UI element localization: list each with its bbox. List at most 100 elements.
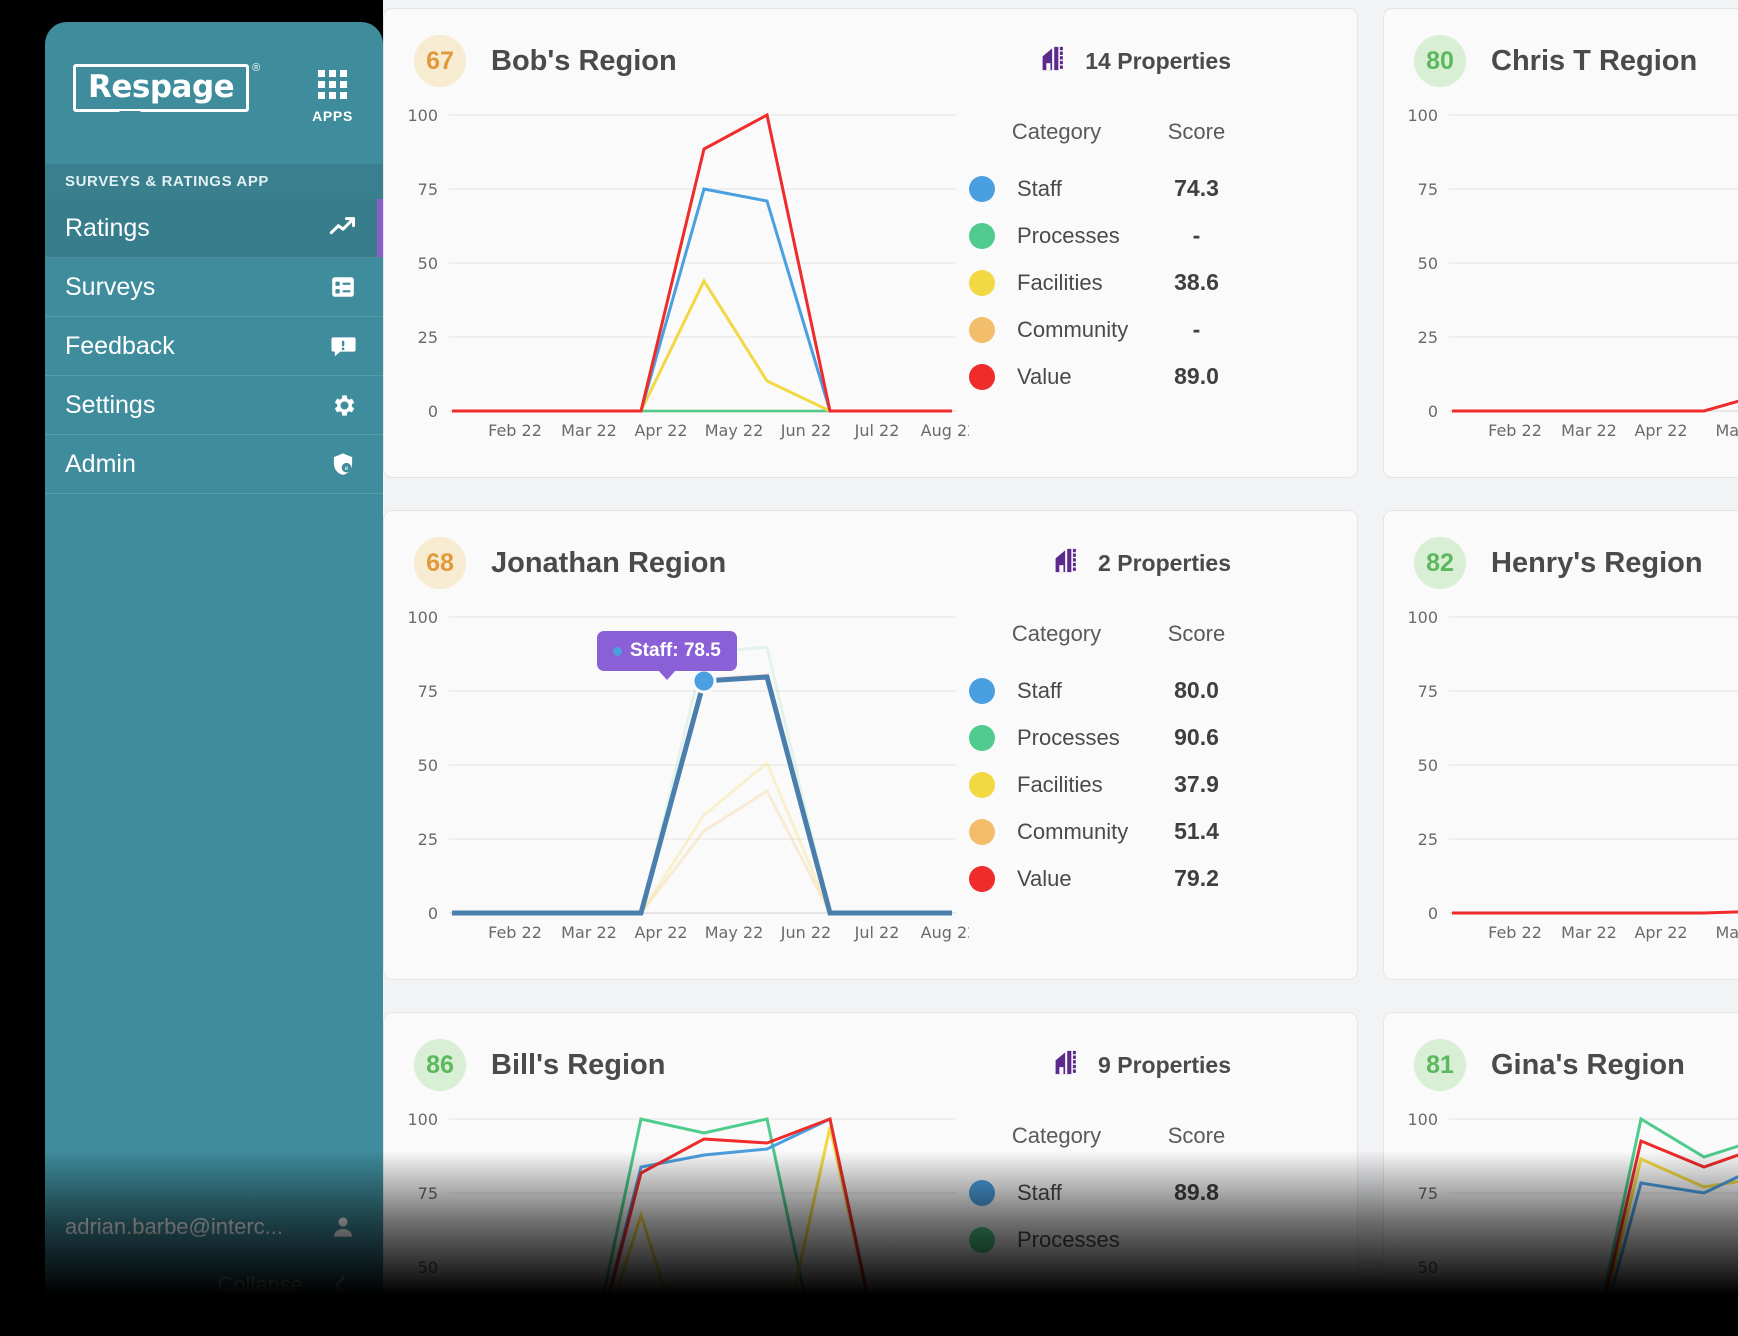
chevron-left-icon xyxy=(327,1271,355,1299)
shield-admin-icon: e xyxy=(329,450,357,478)
category-color-dot xyxy=(969,865,995,892)
sidebar-item-feedback[interactable]: Feedback xyxy=(45,317,383,376)
trademark-symbol: ® xyxy=(252,62,261,74)
region-card-chris-t-region[interactable]: 80 Chris T Region 100 75 50 25 0 Feb 22 … xyxy=(1383,8,1738,478)
svg-text:May: May xyxy=(1715,923,1738,942)
overall-score-badge: 80 xyxy=(1414,35,1466,87)
category-color-dot xyxy=(969,175,995,202)
category-name: Processes xyxy=(1017,724,1120,750)
category-color-dot xyxy=(969,1226,995,1253)
region-card-henrys-region[interactable]: 82 Henry's Region 100 75 50 25 0 Feb 22 … xyxy=(1383,510,1738,980)
svg-text:50: 50 xyxy=(418,756,438,775)
card-body: 100 75 50 25 0 Feb 22 Mar 22 Apr 22 May xyxy=(1384,87,1738,453)
category-color-dot xyxy=(969,222,995,249)
table-header-row: Category Score xyxy=(969,119,1357,165)
line-chart-chris-t-region[interactable]: 100 75 50 25 0 Feb 22 Mar 22 Apr 22 May xyxy=(1384,93,1738,453)
svg-text:Apr 22: Apr 22 xyxy=(1634,923,1687,942)
tooltip-color-dot xyxy=(613,646,622,656)
category-name: Facilities xyxy=(1017,771,1103,797)
svg-text:75: 75 xyxy=(418,180,438,199)
svg-text:100: 100 xyxy=(407,608,438,627)
category-color-dot xyxy=(969,363,995,390)
category-score: 89.0 xyxy=(1174,363,1219,389)
chart-svg: 100 75 50 25 0 Feb 22 Mar 22 Apr 22 xyxy=(1407,1110,1738,1336)
line-chart-henrys-region[interactable]: 100 75 50 25 0 Feb 22 Mar 22 Apr 22 May xyxy=(1384,595,1738,955)
svg-text:50: 50 xyxy=(1418,756,1438,775)
category-name: Value xyxy=(1017,363,1072,389)
svg-text:50: 50 xyxy=(418,254,438,273)
card-body: 100 75 50 25 0 Feb 22 Mar 22 Apr 22 xyxy=(384,1091,1357,1336)
card-header: 82 Henry's Region xyxy=(1384,511,1738,589)
collapse-button[interactable]: Collapse xyxy=(45,1256,383,1314)
card-body: 100 75 50 25 0 Feb 22 Mar 22 Apr 22 xyxy=(1384,1091,1738,1336)
region-card-grid: 67 Bob's Region 14 Properties 100 75 50 … xyxy=(383,0,1738,1336)
user-email-label: adrian.barbe@interc... xyxy=(65,1214,284,1239)
category-column-header: Category xyxy=(1011,1123,1102,1148)
svg-text:e: e xyxy=(345,465,349,472)
building-properties-icon xyxy=(1040,43,1071,79)
region-card-ginas-region[interactable]: 81 Gina's Region 100 75 50 xyxy=(1383,1012,1738,1336)
sidebar-item-label: Feedback xyxy=(65,331,175,360)
category-score: 80.0 xyxy=(1174,677,1219,703)
table-row: Processes 90.6 xyxy=(969,714,1357,761)
category-name: Staff xyxy=(1017,1179,1062,1205)
category-name: Staff xyxy=(1017,677,1062,703)
card-body: 100 75 50 25 0 Feb 22 Mar 22 Apr 22 May … xyxy=(384,589,1357,955)
gear-icon xyxy=(329,391,357,419)
logo-text: Respage xyxy=(88,69,235,105)
line-chart-ginas-region[interactable]: 100 75 50 25 0 Feb 22 Mar 22 Apr 22 xyxy=(1384,1097,1738,1336)
svg-text:75: 75 xyxy=(418,682,438,701)
logo-speech-tail-icon xyxy=(117,110,143,134)
survey-list-icon xyxy=(329,273,357,301)
svg-text:Jul 22: Jul 22 xyxy=(854,923,900,942)
svg-text:May 22: May 22 xyxy=(705,421,764,440)
apps-button[interactable]: APPS xyxy=(312,64,353,124)
category-score: 51.4 xyxy=(1174,818,1219,844)
card-header: 80 Chris T Region xyxy=(1384,9,1738,87)
category-score: 90.6 xyxy=(1174,724,1219,750)
card-header: 67 Bob's Region 14 Properties xyxy=(384,9,1357,87)
chart-svg: 100 75 50 25 0 Feb 22 Mar 22 Apr 22 May xyxy=(1407,608,1738,942)
category-score: - xyxy=(1192,222,1201,248)
card-title: Gina's Region xyxy=(1491,1048,1685,1081)
svg-text:Feb 22: Feb 22 xyxy=(1488,421,1542,440)
table-row: Processes xyxy=(969,1216,1357,1263)
region-card-jonathan-region[interactable]: 68 Jonathan Region 2 Properties 100 75 5… xyxy=(383,510,1358,980)
category-column-header: Category xyxy=(1011,119,1102,144)
building-properties-icon xyxy=(1053,545,1084,581)
user-account-row[interactable]: adrian.barbe@interc... xyxy=(45,1198,383,1256)
category-name: Value xyxy=(1017,865,1072,891)
svg-text:May 22: May 22 xyxy=(705,923,764,942)
category-color-dot xyxy=(969,724,995,751)
table-row: Facilities 37.9 xyxy=(969,761,1357,808)
sidebar: Respage ® APPS SURVEYS & RATINGS APP Rat… xyxy=(45,22,383,1314)
app-root: Respage ® APPS SURVEYS & RATINGS APP Rat… xyxy=(0,0,1738,1336)
table-header-row: Category Score xyxy=(969,1123,1357,1169)
svg-text:Jun 22: Jun 22 xyxy=(780,421,831,440)
svg-text:Mar 22: Mar 22 xyxy=(561,923,617,942)
svg-text:0: 0 xyxy=(428,904,438,923)
svg-text:Apr 22: Apr 22 xyxy=(634,421,687,440)
main-content: 67 Bob's Region 14 Properties 100 75 50 … xyxy=(383,0,1738,1336)
svg-text:100: 100 xyxy=(407,1110,438,1129)
sidebar-item-admin[interactable]: Admin e xyxy=(45,435,383,494)
sidebar-item-settings[interactable]: Settings xyxy=(45,376,383,435)
table-row: Processes - xyxy=(969,212,1357,259)
line-chart-bobs-region[interactable]: 100 75 50 25 0 Feb 22 Mar 22 Apr 22 May … xyxy=(384,93,977,453)
category-score: 37.9 xyxy=(1174,771,1219,797)
line-chart-bills-region[interactable]: 100 75 50 25 0 Feb 22 Mar 22 Apr 22 xyxy=(384,1097,969,1336)
line-chart-jonathan-region[interactable]: 100 75 50 25 0 Feb 22 Mar 22 Apr 22 May … xyxy=(384,595,977,955)
apps-label: APPS xyxy=(312,108,353,124)
respage-logo[interactable]: Respage ® xyxy=(73,62,260,134)
category-name: Processes xyxy=(1017,1226,1120,1252)
category-score-table: Category Score Staff 74.3 Processes - Fa… xyxy=(969,93,1357,453)
sidebar-item-label: Surveys xyxy=(65,272,156,301)
category-name: Facilities xyxy=(1017,269,1103,295)
region-card-bobs-region[interactable]: 67 Bob's Region 14 Properties 100 75 50 … xyxy=(383,8,1358,478)
sidebar-item-surveys[interactable]: Surveys xyxy=(45,258,383,317)
sidebar-item-ratings[interactable]: Ratings xyxy=(45,199,383,258)
chart-svg: 100 75 50 25 0 Feb 22 Mar 22 Apr 22 May xyxy=(1407,106,1738,440)
region-card-bills-region[interactable]: 86 Bill's Region 9 Properties 100 75 50 … xyxy=(383,1012,1358,1336)
svg-text:Mar 22: Mar 22 xyxy=(561,421,617,440)
category-name: Community xyxy=(1017,818,1129,844)
